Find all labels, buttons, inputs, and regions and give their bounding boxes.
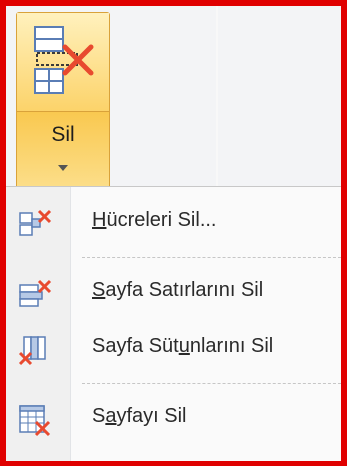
delete-sheet-icon	[19, 405, 51, 437]
menu-item-delete-cells[interactable]: Hücreleri Sil...	[6, 195, 341, 251]
menu-item-label: Sayfa Sütunlarını Sil	[92, 335, 273, 358]
menu-item-delete-sheet[interactable]: Sayfayı Sil	[6, 391, 341, 447]
mnemonic-letter: H	[92, 209, 107, 231]
delete-cells-icon	[19, 209, 52, 236]
ribbon-divider	[216, 6, 218, 186]
menu-item-delete-rows[interactable]: Sayfa Satırlarını Sil	[6, 265, 341, 321]
mnemonic-letter: a	[105, 405, 117, 427]
label-rest: yfayı Sil	[116, 405, 187, 427]
delete-split-button[interactable]: Sil	[16, 12, 110, 192]
label-rest: nlarını Sil	[189, 335, 274, 357]
label-rest: ayfa Satırlarını Sil	[105, 279, 264, 301]
menu-item-label: Hücreleri Sil...	[92, 209, 216, 232]
delete-cells-icon	[34, 26, 94, 94]
label-start: Sayfa Süt	[92, 335, 179, 357]
delete-dropdown-menu: Hücreleri Sil... Sayfa Satırlarını Sil S…	[6, 186, 341, 461]
delete-rows-icon	[19, 279, 52, 307]
delete-columns-icon	[18, 336, 46, 366]
menu-separator	[82, 383, 341, 384]
menu-item-label: Sayfayı Sil	[92, 405, 187, 428]
delete-button-top[interactable]	[17, 13, 109, 112]
label-start: S	[92, 405, 106, 427]
menu-item-delete-columns[interactable]: Sayfa Sütunlarını Sil	[6, 321, 341, 377]
chevron-down-icon	[58, 165, 68, 171]
delete-button-label: Sil	[51, 123, 75, 146]
menu-item-label: Sayfa Satırlarını Sil	[92, 279, 263, 302]
label-rest: ücreleri Sil...	[106, 209, 217, 231]
mnemonic-letter: S	[92, 279, 106, 301]
mnemonic-letter: u	[178, 335, 190, 357]
ribbon-cells-group: Sil	[6, 6, 341, 192]
menu-separator	[82, 257, 341, 258]
